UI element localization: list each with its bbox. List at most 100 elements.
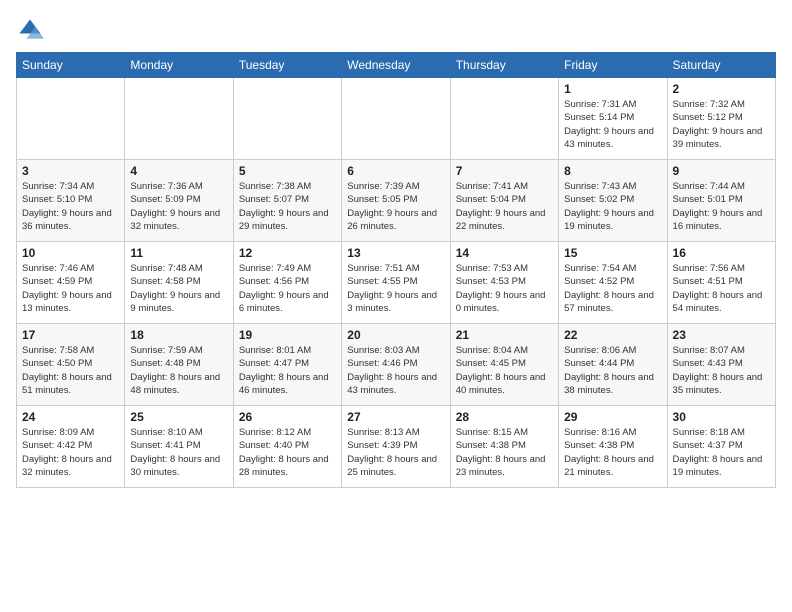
day-number: 19 [239, 328, 336, 342]
day-cell-4-2: 18 Sunrise: 7:59 AM Sunset: 4:48 PM Dayli… [125, 324, 233, 406]
day-number: 21 [456, 328, 553, 342]
day-number: 4 [130, 164, 227, 178]
day-number: 7 [456, 164, 553, 178]
day-cell-3-4: 13 Sunrise: 7:51 AM Sunset: 4:55 PM Dayli… [342, 242, 450, 324]
day-number: 3 [22, 164, 119, 178]
day-info: Sunrise: 7:38 AM Sunset: 5:07 PM Dayligh… [239, 180, 336, 233]
day-cell-1-1 [17, 78, 125, 160]
day-number: 12 [239, 246, 336, 260]
day-info: Sunrise: 7:54 AM Sunset: 4:52 PM Dayligh… [564, 262, 661, 315]
day-cell-5-2: 25 Sunrise: 8:10 AM Sunset: 4:41 PM Dayli… [125, 406, 233, 488]
day-number: 28 [456, 410, 553, 424]
day-number: 6 [347, 164, 444, 178]
day-cell-3-7: 16 Sunrise: 7:56 AM Sunset: 4:51 PM Dayli… [667, 242, 775, 324]
day-info: Sunrise: 7:49 AM Sunset: 4:56 PM Dayligh… [239, 262, 336, 315]
day-cell-1-5 [450, 78, 558, 160]
day-info: Sunrise: 7:36 AM Sunset: 5:09 PM Dayligh… [130, 180, 227, 233]
day-number: 30 [673, 410, 770, 424]
day-cell-1-7: 2Sunrise: 7:32 AM Sunset: 5:12 PM Daylig… [667, 78, 775, 160]
day-cell-4-5: 21 Sunrise: 8:04 AM Sunset: 4:45 PM Dayli… [450, 324, 558, 406]
day-cell-4-3: 19 Sunrise: 8:01 AM Sunset: 4:47 PM Dayli… [233, 324, 341, 406]
day-number: 27 [347, 410, 444, 424]
day-info: Sunrise: 8:03 AM Sunset: 4:46 PM Dayligh… [347, 344, 444, 397]
day-cell-1-2 [125, 78, 233, 160]
calendar-header-row: SundayMondayTuesdayWednesdayThursdayFrid… [17, 53, 776, 78]
day-info: Sunrise: 7:48 AM Sunset: 4:58 PM Dayligh… [130, 262, 227, 315]
day-info: Sunrise: 8:09 AM Sunset: 4:42 PM Dayligh… [22, 426, 119, 479]
day-info: Sunrise: 8:01 AM Sunset: 4:47 PM Dayligh… [239, 344, 336, 397]
day-cell-2-3: 5Sunrise: 7:38 AM Sunset: 5:07 PM Daylig… [233, 160, 341, 242]
day-info: Sunrise: 7:51 AM Sunset: 4:55 PM Dayligh… [347, 262, 444, 315]
day-cell-4-4: 20Sunrise: 8:03 AM Sunset: 4:46 PM Dayli… [342, 324, 450, 406]
day-info: Sunrise: 7:56 AM Sunset: 4:51 PM Dayligh… [673, 262, 770, 315]
day-info: Sunrise: 7:46 AM Sunset: 4:59 PM Dayligh… [22, 262, 119, 315]
day-number: 8 [564, 164, 661, 178]
day-info: Sunrise: 8:04 AM Sunset: 4:45 PM Dayligh… [456, 344, 553, 397]
day-number: 17 [22, 328, 119, 342]
day-info: Sunrise: 7:34 AM Sunset: 5:10 PM Dayligh… [22, 180, 119, 233]
day-info: Sunrise: 7:53 AM Sunset: 4:53 PM Dayligh… [456, 262, 553, 315]
week-row-2: 3 Sunrise: 7:34 AM Sunset: 5:10 PM Daylig… [17, 160, 776, 242]
day-number: 24 [22, 410, 119, 424]
day-info: Sunrise: 7:41 AM Sunset: 5:04 PM Dayligh… [456, 180, 553, 233]
logo [16, 16, 48, 44]
week-row-3: 10Sunrise: 7:46 AM Sunset: 4:59 PM Dayli… [17, 242, 776, 324]
day-number: 9 [673, 164, 770, 178]
day-info: Sunrise: 7:39 AM Sunset: 5:05 PM Dayligh… [347, 180, 444, 233]
day-info: Sunrise: 8:12 AM Sunset: 4:40 PM Dayligh… [239, 426, 336, 479]
week-row-1: 1 Sunrise: 7:31 AM Sunset: 5:14 PM Daylig… [17, 78, 776, 160]
day-cell-2-7: 9 Sunrise: 7:44 AM Sunset: 5:01 PM Daylig… [667, 160, 775, 242]
day-cell-2-1: 3 Sunrise: 7:34 AM Sunset: 5:10 PM Daylig… [17, 160, 125, 242]
day-info: Sunrise: 8:15 AM Sunset: 4:38 PM Dayligh… [456, 426, 553, 479]
day-info: Sunrise: 7:59 AM Sunset: 4:48 PM Dayligh… [130, 344, 227, 397]
logo-icon [16, 16, 44, 44]
day-info: Sunrise: 7:32 AM Sunset: 5:12 PM Dayligh… [673, 98, 770, 151]
header [16, 16, 776, 44]
day-info: Sunrise: 7:44 AM Sunset: 5:01 PM Dayligh… [673, 180, 770, 233]
day-info: Sunrise: 8:13 AM Sunset: 4:39 PM Dayligh… [347, 426, 444, 479]
day-number: 25 [130, 410, 227, 424]
day-number: 16 [673, 246, 770, 260]
day-number: 11 [130, 246, 227, 260]
day-cell-2-6: 8 Sunrise: 7:43 AM Sunset: 5:02 PM Daylig… [559, 160, 667, 242]
day-cell-5-1: 24 Sunrise: 8:09 AM Sunset: 4:42 PM Dayli… [17, 406, 125, 488]
day-cell-5-4: 27 Sunrise: 8:13 AM Sunset: 4:39 PM Dayli… [342, 406, 450, 488]
day-info: Sunrise: 8:18 AM Sunset: 4:37 PM Dayligh… [673, 426, 770, 479]
day-number: 22 [564, 328, 661, 342]
day-info: Sunrise: 8:10 AM Sunset: 4:41 PM Dayligh… [130, 426, 227, 479]
col-header-thursday: Thursday [450, 53, 558, 78]
day-cell-1-6: 1 Sunrise: 7:31 AM Sunset: 5:14 PM Daylig… [559, 78, 667, 160]
day-number: 13 [347, 246, 444, 260]
day-number: 23 [673, 328, 770, 342]
day-cell-5-7: 30 Sunrise: 8:18 AM Sunset: 4:37 PM Dayli… [667, 406, 775, 488]
day-cell-4-6: 22 Sunrise: 8:06 AM Sunset: 4:44 PM Dayli… [559, 324, 667, 406]
col-header-tuesday: Tuesday [233, 53, 341, 78]
day-info: Sunrise: 7:58 AM Sunset: 4:50 PM Dayligh… [22, 344, 119, 397]
col-header-friday: Friday [559, 53, 667, 78]
col-header-wednesday: Wednesday [342, 53, 450, 78]
day-cell-3-5: 14 Sunrise: 7:53 AM Sunset: 4:53 PM Dayli… [450, 242, 558, 324]
day-number: 18 [130, 328, 227, 342]
day-number: 14 [456, 246, 553, 260]
col-header-saturday: Saturday [667, 53, 775, 78]
day-number: 1 [564, 82, 661, 96]
day-cell-3-1: 10Sunrise: 7:46 AM Sunset: 4:59 PM Dayli… [17, 242, 125, 324]
day-cell-1-4 [342, 78, 450, 160]
day-cell-2-2: 4 Sunrise: 7:36 AM Sunset: 5:09 PM Daylig… [125, 160, 233, 242]
calendar-table: SundayMondayTuesdayWednesdayThursdayFrid… [16, 52, 776, 488]
day-cell-3-6: 15 Sunrise: 7:54 AM Sunset: 4:52 PM Dayli… [559, 242, 667, 324]
day-info: Sunrise: 8:06 AM Sunset: 4:44 PM Dayligh… [564, 344, 661, 397]
day-cell-3-2: 11 Sunrise: 7:48 AM Sunset: 4:58 PM Dayli… [125, 242, 233, 324]
day-cell-1-3 [233, 78, 341, 160]
week-row-4: 17 Sunrise: 7:58 AM Sunset: 4:50 PM Dayli… [17, 324, 776, 406]
col-header-sunday: Sunday [17, 53, 125, 78]
day-cell-5-6: 29Sunrise: 8:16 AM Sunset: 4:38 PM Dayli… [559, 406, 667, 488]
day-number: 15 [564, 246, 661, 260]
day-number: 29 [564, 410, 661, 424]
day-cell-4-1: 17 Sunrise: 7:58 AM Sunset: 4:50 PM Dayli… [17, 324, 125, 406]
day-info: Sunrise: 7:43 AM Sunset: 5:02 PM Dayligh… [564, 180, 661, 233]
col-header-monday: Monday [125, 53, 233, 78]
day-info: Sunrise: 7:31 AM Sunset: 5:14 PM Dayligh… [564, 98, 661, 151]
day-info: Sunrise: 8:07 AM Sunset: 4:43 PM Dayligh… [673, 344, 770, 397]
page: SundayMondayTuesdayWednesdayThursdayFrid… [0, 0, 792, 496]
